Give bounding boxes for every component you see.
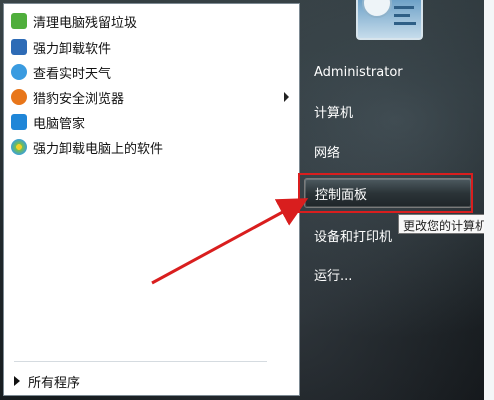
program-item-pc-manager[interactable]: 电脑管家 xyxy=(8,111,295,133)
program-item-clean-junk[interactable]: 清理电脑残留垃圾 xyxy=(8,10,295,32)
all-programs-button[interactable]: 所有程序 xyxy=(14,370,80,392)
broom-recycle-icon xyxy=(11,13,27,29)
user-folder-link[interactable]: Administrator xyxy=(304,57,472,87)
triangle-right-icon xyxy=(14,376,20,386)
flower-uninstall-icon xyxy=(11,139,27,155)
cheetah-browser-icon xyxy=(11,89,27,105)
separator xyxy=(14,361,267,362)
program-label: 猎豹安全浏览器 xyxy=(33,91,125,107)
cloud-weather-icon xyxy=(11,64,27,80)
program-item-uninstall[interactable]: 强力卸载软件 xyxy=(8,36,295,58)
network-link[interactable]: 网络 xyxy=(304,136,472,166)
program-item-weather[interactable]: 查看实时天气 xyxy=(8,61,295,83)
program-label: 电脑管家 xyxy=(33,116,86,132)
program-label: 强力卸载电脑上的软件 xyxy=(33,141,164,157)
shield-uninstall-icon xyxy=(11,39,27,55)
run-link[interactable]: 运行... xyxy=(304,259,472,289)
submenu-arrow-icon xyxy=(284,92,289,102)
computer-link[interactable]: 计算机 xyxy=(304,96,472,126)
program-label: 清理电脑残留垃圾 xyxy=(33,15,138,31)
program-item-uninstall-pc-software[interactable]: 强力卸载电脑上的软件 xyxy=(8,136,295,158)
window-edge xyxy=(484,0,494,400)
program-item-cheetah-browser[interactable]: 猎豹安全浏览器 xyxy=(8,86,295,108)
shield-manager-icon xyxy=(11,114,27,130)
program-label: 强力卸载软件 xyxy=(33,41,112,57)
start-menu-programs-panel: 清理电脑残留垃圾 强力卸载软件 查看实时天气 猎豹安全浏览器 电脑管家 强力卸载… xyxy=(3,3,300,396)
all-programs-label: 所有程序 xyxy=(28,375,81,391)
program-label: 查看实时天气 xyxy=(33,66,112,82)
highlight-box xyxy=(298,173,473,213)
tooltip: 更改您的计算机 xyxy=(398,214,494,234)
